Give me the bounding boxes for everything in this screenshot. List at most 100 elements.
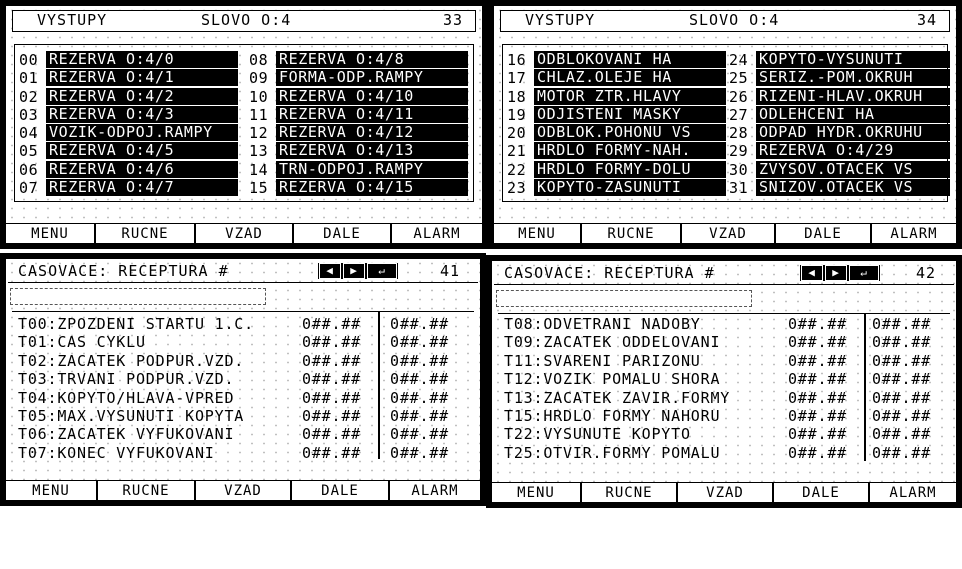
timer-value[interactable]: 0##.##	[872, 315, 931, 333]
output-row[interactable]: 15 REZERVA O:4/15	[249, 179, 468, 197]
output-row[interactable]: 17 CHLAZ.OLEJE HA	[507, 69, 726, 87]
menu-button[interactable]: MENU	[6, 224, 94, 244]
alarm-button[interactable]: ALARM	[390, 481, 480, 501]
alarm-button[interactable]: ALARM	[392, 224, 482, 244]
timer-value[interactable]: 0##.##	[872, 425, 931, 443]
timer-row[interactable]: T07:KONEC VYFUKOVANI 0##.## 0##.##	[18, 444, 474, 462]
alarm-button[interactable]: ALARM	[872, 224, 956, 244]
timer-row[interactable]: T01:CAS CYKLU 0##.## 0##.##	[18, 333, 474, 351]
timer-value[interactable]: 0##.##	[872, 352, 931, 370]
entry-field[interactable]	[496, 290, 752, 307]
timer-value[interactable]: 0##.##	[390, 370, 449, 388]
output-row[interactable]: 01 REZERVA O:4/1	[19, 69, 238, 87]
timer-value[interactable]: 0##.##	[872, 370, 931, 388]
timer-row[interactable]: T04:KOPYTO/HLAVA-VPRED 0##.## 0##.##	[18, 389, 474, 407]
enter-icon[interactable]: ↵	[367, 263, 397, 279]
output-row[interactable]: 18 MOTOR ZTR.HLAVY	[507, 87, 726, 106]
timer-value[interactable]: 0##.##	[788, 352, 847, 370]
timer-value[interactable]: 0##.##	[302, 389, 361, 407]
menu-button[interactable]: MENU	[6, 481, 96, 501]
timer-value[interactable]: 0##.##	[788, 370, 847, 388]
menu-button[interactable]: MENU	[492, 483, 580, 503]
timer-value[interactable]: 0##.##	[788, 444, 847, 462]
next-arrow-icon[interactable]: ▶	[343, 263, 365, 279]
timer-row[interactable]: T06:ZACATEK VYFUKOVANI 0##.## 0##.##	[18, 425, 474, 443]
timer-value[interactable]: 0##.##	[302, 407, 361, 425]
timer-row[interactable]: T08:ODVETRANI NADOBY 0##.## 0##.##	[504, 315, 950, 333]
alarm-button[interactable]: ALARM	[870, 483, 956, 503]
output-row[interactable]: 09 FORMA-ODP.RAMPY	[249, 69, 468, 87]
timer-row[interactable]: T03:TRVANI PODPUR.VZD. 0##.## 0##.##	[18, 370, 474, 388]
timer-value[interactable]: 0##.##	[872, 389, 931, 407]
rucne-button[interactable]: RUCNE	[582, 483, 676, 503]
prev-arrow-icon[interactable]: ◀	[801, 265, 823, 281]
timer-value[interactable]: 0##.##	[302, 352, 361, 370]
timer-value[interactable]: 0##.##	[390, 425, 449, 443]
timer-value[interactable]: 0##.##	[788, 315, 847, 333]
timer-value[interactable]: 0##.##	[390, 407, 449, 425]
rucne-button[interactable]: RUCNE	[98, 481, 194, 501]
vzad-button[interactable]: VZAD	[682, 224, 774, 244]
output-row[interactable]: 03 REZERVA O:4/3	[19, 105, 238, 124]
timer-value[interactable]: 0##.##	[302, 444, 361, 462]
entry-field[interactable]	[10, 288, 266, 305]
timer-value[interactable]: 0##.##	[788, 407, 847, 425]
timer-row[interactable]: T02:ZACATEK PODPUR.VZD. 0##.## 0##.##	[18, 352, 474, 370]
output-row[interactable]: 00 REZERVA O:4/0	[19, 51, 238, 69]
timer-value[interactable]: 0##.##	[390, 444, 449, 462]
output-row[interactable]: 08 REZERVA O:4/8	[249, 51, 468, 69]
output-row[interactable]: 04 VOZIK-ODPOJ.RAMPY	[19, 124, 238, 142]
output-row[interactable]: 02 REZERVA O:4/2	[19, 87, 238, 106]
dale-button[interactable]: DALE	[774, 483, 868, 503]
output-row[interactable]: 05 REZERVA O:4/5	[19, 142, 238, 160]
timer-row[interactable]: T05:MAX.VYSUNUTI KOPYTA 0##.## 0##.##	[18, 407, 474, 425]
output-row[interactable]: 14 TRN-ODPOJ.RAMPY	[249, 160, 468, 179]
timer-value[interactable]: 0##.##	[788, 389, 847, 407]
rucne-button[interactable]: RUCNE	[582, 224, 680, 244]
output-row[interactable]: 20 ODBLOK.POHONU VS	[507, 124, 726, 142]
enter-icon[interactable]: ↵	[849, 265, 879, 281]
menu-button[interactable]: MENU	[494, 224, 580, 244]
output-row[interactable]: 24 KOPYTO-VYSUNUTI	[729, 51, 950, 69]
output-row[interactable]: 19 ODJISTENI MASKY	[507, 105, 726, 124]
output-row[interactable]: 13 REZERVA O:4/13	[249, 142, 468, 160]
output-row[interactable]: 25 SERIZ.-POM.OKRUH	[729, 69, 950, 87]
timer-value[interactable]: 0##.##	[302, 370, 361, 388]
timer-value[interactable]: 0##.##	[390, 352, 449, 370]
output-row[interactable]: 10 REZERVA O:4/10	[249, 87, 468, 106]
output-row[interactable]: 11 REZERVA O:4/11	[249, 105, 468, 124]
timer-row[interactable]: T22:VYSUNUTE KOPYTO 0##.## 0##.##	[504, 425, 950, 443]
timer-row[interactable]: T15:HRDLO FORMY NAHORU 0##.## 0##.##	[504, 407, 950, 425]
timer-row[interactable]: T12:VOZIK POMALU SHORA 0##.## 0##.##	[504, 370, 950, 388]
output-row[interactable]: 21 HRDLO FORMY-NAH.	[507, 142, 726, 160]
output-row[interactable]: 27 ODLEHCENI HA	[729, 105, 950, 124]
timer-value[interactable]: 0##.##	[872, 333, 931, 351]
prev-arrow-icon[interactable]: ◀	[319, 263, 341, 279]
timer-row[interactable]: T00:ZPOZDENI STARTU 1.C. 0##.## 0##.##	[18, 315, 474, 333]
vzad-button[interactable]: VZAD	[196, 224, 292, 244]
timer-row[interactable]: T25:OTVIR.FORMY POMALU 0##.## 0##.##	[504, 444, 950, 462]
output-row[interactable]: 29 REZERVA O:4/29	[729, 142, 950, 160]
timer-value[interactable]: 0##.##	[302, 315, 361, 333]
timer-value[interactable]: 0##.##	[302, 333, 361, 351]
timer-value[interactable]: 0##.##	[872, 444, 931, 462]
output-row[interactable]: 16 ODBLOKOVANI HA	[507, 51, 726, 69]
output-row[interactable]: 26 RIZENI-HLAV.OKRUH	[729, 87, 950, 106]
output-row[interactable]: 31 SNIZOV.OTACEK VS	[729, 179, 950, 197]
output-row[interactable]: 28 ODPAD HYDR.OKRUHU	[729, 124, 950, 142]
output-row[interactable]: 22 HRDLO FORMY-DOLU	[507, 160, 726, 179]
timer-value[interactable]: 0##.##	[390, 333, 449, 351]
vzad-button[interactable]: VZAD	[678, 483, 772, 503]
timer-value[interactable]: 0##.##	[788, 425, 847, 443]
timer-row[interactable]: T11:SVARENI PARIZONU 0##.## 0##.##	[504, 352, 950, 370]
timer-row[interactable]: T13:ZACATEK ZAVIR.FORMY 0##.## 0##.##	[504, 389, 950, 407]
output-row[interactable]: 07 REZERVA O:4/7	[19, 179, 238, 197]
timer-value[interactable]: 0##.##	[872, 407, 931, 425]
dale-button[interactable]: DALE	[776, 224, 870, 244]
output-row[interactable]: 12 REZERVA O:4/12	[249, 124, 468, 142]
next-arrow-icon[interactable]: ▶	[825, 265, 847, 281]
rucne-button[interactable]: RUCNE	[96, 224, 194, 244]
vzad-button[interactable]: VZAD	[196, 481, 290, 501]
timer-row[interactable]: T09:ZACATEK ODDELOVANI 0##.## 0##.##	[504, 333, 950, 351]
dale-button[interactable]: DALE	[292, 481, 388, 501]
